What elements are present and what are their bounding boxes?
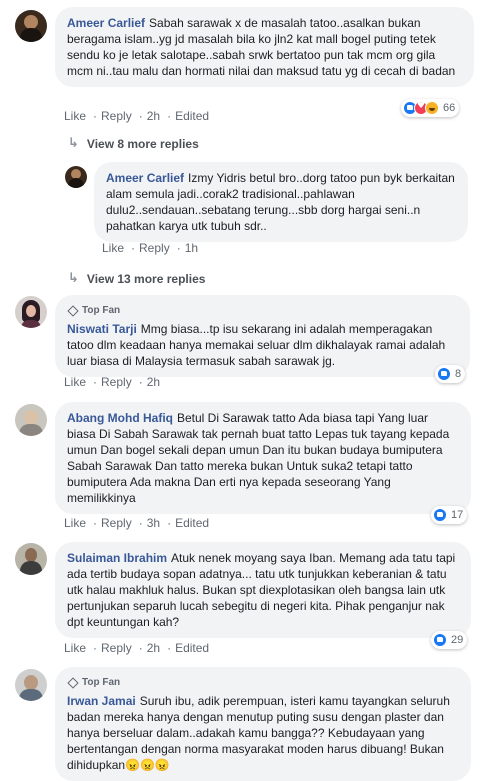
comment-bubble: Sulaiman Ibrahim Atuk nenek moyang saya I… — [55, 542, 471, 638]
comment-author[interactable]: Abang Mohd Hafiq — [67, 411, 173, 425]
view-more-replies-button[interactable]: ↳ View 13 more replies — [68, 271, 205, 286]
timestamp[interactable]: 1h — [185, 241, 198, 255]
top-fan-badge: Top Fan — [67, 675, 459, 691]
like-link[interactable]: Like — [64, 641, 86, 655]
timestamp[interactable]: 2h — [147, 375, 160, 389]
avatar[interactable] — [15, 10, 47, 42]
reaction-count: 17 — [451, 509, 464, 521]
like-link[interactable]: Like — [64, 516, 86, 530]
reaction-summary[interactable]: 29 — [431, 631, 468, 649]
avatar[interactable] — [15, 669, 47, 701]
avatar[interactable] — [15, 296, 47, 328]
reply-link[interactable]: Reply — [139, 241, 170, 255]
comment-author[interactable]: Irwan Jamai — [67, 694, 136, 708]
timestamp[interactable]: 3h — [147, 516, 160, 530]
comment-actions: Like · Reply · 1h — [102, 241, 199, 255]
like-link[interactable]: Like — [64, 375, 86, 389]
comment-actions: Like · Reply · 2h — [64, 375, 161, 389]
like-reaction-icon — [433, 633, 447, 647]
reply-link[interactable]: Reply — [101, 375, 132, 389]
like-reaction-icon — [433, 508, 447, 522]
edited-label[interactable]: Edited — [175, 641, 209, 655]
comment-author[interactable]: Ameer Carlief — [67, 16, 145, 30]
reaction-summary[interactable]: 8 — [435, 365, 466, 383]
comment-bubble: Ameer Carlief Sabah sarawak x de masalah … — [55, 7, 474, 87]
avatar[interactable] — [65, 166, 87, 188]
comment-bubble: Top Fan Niswati Tarji Mmg biasa...tp isu … — [55, 295, 470, 377]
reply-link[interactable]: Reply — [101, 641, 132, 655]
reply-link[interactable]: Reply — [101, 516, 132, 530]
reply-arrow-icon: ↳ — [68, 136, 79, 151]
comment-author[interactable]: Niswati Tarji — [67, 322, 137, 336]
reaction-count: 8 — [455, 368, 462, 380]
comment-bubble: Top Fan Irwan Jamai Suruh ibu, adik perem… — [55, 667, 471, 781]
edited-label[interactable]: Edited — [175, 516, 209, 530]
comment-bubble: Abang Mohd Hafiq Betul Di Sarawak tatto A… — [55, 402, 471, 514]
edited-label[interactable]: Edited — [175, 109, 209, 123]
timestamp[interactable]: 2h — [147, 109, 160, 123]
view-more-replies-button[interactable]: ↳ View 8 more replies — [68, 136, 199, 151]
like-link[interactable]: Like — [102, 241, 124, 255]
like-link[interactable]: Like — [64, 109, 86, 123]
reply-link[interactable]: Reply — [101, 109, 132, 123]
reply-arrow-icon: ↳ — [68, 271, 79, 286]
comment-actions: Like · Reply · 2h · Edited — [64, 109, 210, 123]
avatar[interactable] — [15, 543, 47, 575]
reaction-count: 29 — [451, 634, 464, 646]
reply-bubble: Ameer Carlief Izmy Yidris betul bro..dorg… — [94, 162, 468, 242]
like-reaction-icon — [437, 367, 451, 381]
top-fan-badge: Top Fan — [67, 303, 458, 319]
comment-author[interactable]: Sulaiman Ibrahim — [67, 551, 167, 565]
haha-reaction-icon — [425, 101, 439, 115]
reaction-count: 66 — [443, 102, 456, 114]
avatar[interactable] — [15, 404, 47, 436]
comment-actions: Like · Reply · 3h · Edited — [64, 516, 210, 530]
diamond-icon — [67, 677, 79, 689]
comment-author[interactable]: Ameer Carlief — [106, 171, 184, 185]
timestamp[interactable]: 2h — [147, 641, 160, 655]
reaction-summary[interactable]: 17 — [431, 506, 468, 524]
reaction-summary[interactable]: 66 — [401, 99, 460, 117]
comment-text: Betul Di Sarawak tatto Ada biasa tapi Ya… — [67, 411, 450, 505]
diamond-icon — [67, 305, 79, 317]
comment-actions: Like · Reply · 2h · Edited — [64, 641, 210, 655]
